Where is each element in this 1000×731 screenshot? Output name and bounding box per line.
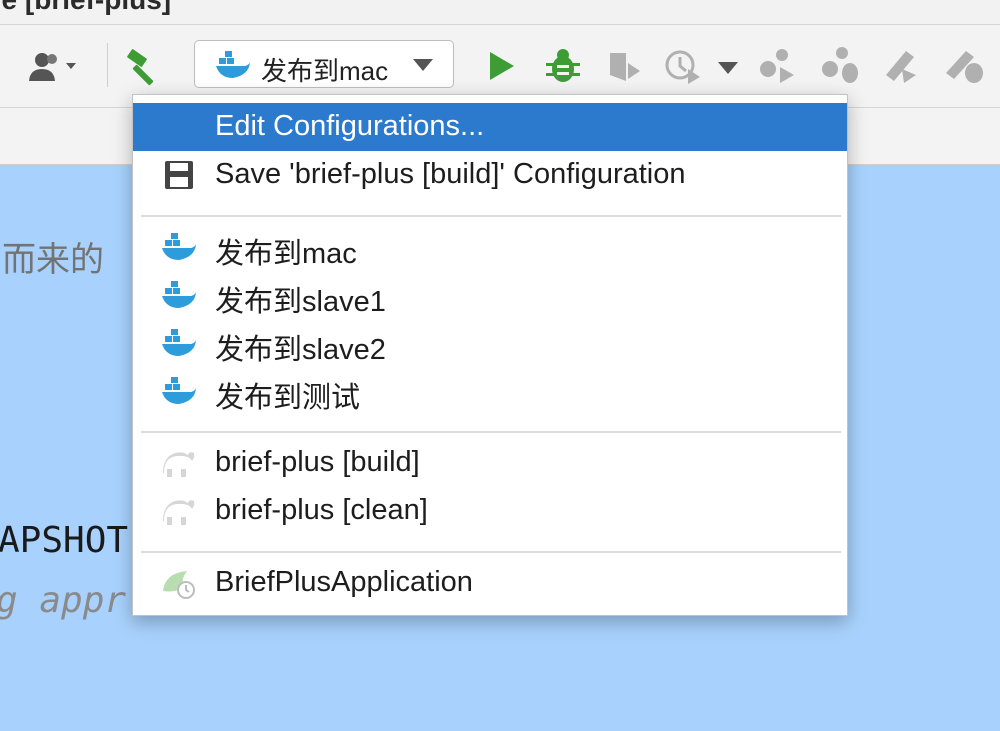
menu-item-label: 发布到slave1 <box>215 286 386 318</box>
menu-separator <box>141 215 841 217</box>
menu-item-label: BriefPlusApplication <box>215 566 473 598</box>
menu-separator <box>141 431 841 433</box>
menu-item-docker[interactable]: 发布到slave1 <box>133 271 847 319</box>
editor-text-fragment: g appr <box>0 580 127 621</box>
menu-item-label: Edit Configurations... <box>215 110 485 142</box>
menu-item-label: 发布到slave2 <box>215 334 386 366</box>
window-title: lle [brief-plus] <box>0 0 171 16</box>
menu-item-edit-configurations[interactable]: Edit Configurations... <box>133 103 847 151</box>
menu-item-label: 发布到mac <box>215 238 357 270</box>
docker-icon <box>216 51 250 78</box>
docker-icon <box>162 281 196 308</box>
menu-item-label: brief-plus [build] <box>215 446 420 478</box>
docker-icon <box>162 377 196 404</box>
run-icon[interactable] <box>488 51 516 81</box>
menu-item-docker[interactable]: 发布到slave2 <box>133 319 847 367</box>
menu-item-save-configuration[interactable]: Save 'brief-plus [build]' Configuration <box>133 151 847 199</box>
coverage-icon[interactable] <box>606 49 642 85</box>
run-configuration-label: 发布到mac <box>261 56 389 86</box>
run-configurations-popup: Edit Configurations... Save 'brief-plus … <box>132 94 848 616</box>
group-debug-icon[interactable] <box>820 45 860 85</box>
menu-item-label: Save 'brief-plus [build]' Configuration <box>215 158 686 190</box>
menu-item-label: 发布到测试 <box>215 382 361 414</box>
debug-icon[interactable] <box>545 47 581 85</box>
user-icon[interactable] <box>26 51 90 85</box>
menu-item-docker[interactable]: 发布到mac <box>133 223 847 271</box>
save-icon <box>165 161 193 189</box>
gradle-icon <box>163 452 195 477</box>
group-icon[interactable] <box>758 45 798 85</box>
menu-item-gradle[interactable]: brief-plus [clean] <box>133 487 847 535</box>
toolbar-separator <box>107 43 108 87</box>
menu-item-gradle[interactable]: brief-plus [build] <box>133 439 847 487</box>
chevron-down-icon <box>413 59 433 71</box>
menu-separator <box>141 551 841 553</box>
menu-item-docker[interactable]: 发布到测试 <box>133 367 847 415</box>
gradle-icon <box>163 500 195 525</box>
deploy-debug-icon[interactable] <box>942 45 986 85</box>
docker-icon <box>162 329 196 356</box>
window-title-bar: lle [brief-plus] <box>0 0 1000 25</box>
editor-text-fragment: 而来的 <box>2 241 104 279</box>
chevron-down-icon[interactable] <box>718 62 738 74</box>
run-configuration-selector[interactable]: 发布到mac <box>194 40 454 88</box>
docker-icon <box>162 233 196 260</box>
hammer-icon[interactable] <box>124 47 164 87</box>
editor-text-fragment: APSHOT <box>0 520 129 561</box>
profile-icon[interactable] <box>664 47 704 85</box>
spring-boot-icon <box>163 571 195 599</box>
deploy-icon[interactable] <box>880 45 920 85</box>
menu-item-label: brief-plus [clean] <box>215 494 428 526</box>
menu-item-spring-boot[interactable]: BriefPlusApplication <box>133 559 847 607</box>
